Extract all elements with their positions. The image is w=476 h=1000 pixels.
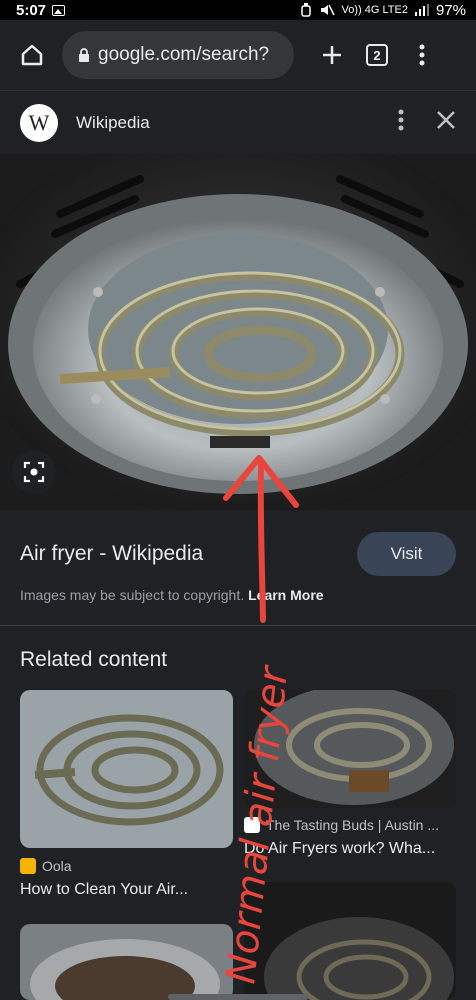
- oola-favicon-icon: [20, 858, 36, 874]
- close-icon: [437, 111, 455, 129]
- card-source-1[interactable]: Oola: [20, 858, 72, 874]
- tab-switcher-icon[interactable]: 2: [366, 44, 388, 66]
- home-button[interactable]: [12, 35, 52, 75]
- status-time: 5:07: [16, 1, 47, 19]
- more-options-button[interactable]: [398, 109, 404, 136]
- main-image[interactable]: [0, 154, 476, 510]
- card-source-2[interactable]: The Tasting Buds | Austin ...: [244, 817, 439, 833]
- mute-icon: [320, 4, 335, 16]
- lens-icon: [23, 461, 45, 483]
- copyright-text: Images may be subject to copyright.: [20, 587, 245, 603]
- result-title[interactable]: Air fryer - Wikipedia: [20, 542, 203, 566]
- close-button[interactable]: [436, 110, 456, 135]
- card-title-2[interactable]: Do Air Fryers work? Wha...: [244, 840, 435, 858]
- page-scrollbar[interactable]: [168, 994, 308, 1000]
- tasting-buds-favicon-icon: [244, 817, 260, 833]
- image-viewer-header: W Wikipedia: [0, 90, 476, 154]
- wikipedia-logo: W: [20, 103, 58, 142]
- more-vert-icon: [419, 44, 425, 66]
- card-source-label: The Tasting Buds | Austin ...: [266, 817, 440, 833]
- google-lens-button[interactable]: [12, 450, 56, 494]
- card-source-label: Oola: [42, 858, 72, 874]
- lock-icon: [79, 47, 89, 62]
- related-content-heading: Related content: [20, 648, 168, 671]
- address-bar[interactable]: google.com/search?: [62, 31, 294, 79]
- gallery-notification-icon: [52, 4, 66, 16]
- status-right: Vo)) 4G LTE2 97%: [300, 2, 466, 19]
- browser-menu-button[interactable]: [402, 35, 442, 75]
- new-tab-button[interactable]: [312, 35, 352, 75]
- status-bar: 5:07 Vo)) 4G LTE2 97%: [0, 0, 476, 20]
- related-card-image[interactable]: [20, 690, 233, 848]
- related-image-3: [20, 924, 233, 1000]
- learn-more-link[interactable]: Learn More: [248, 587, 323, 603]
- related-card-image[interactable]: [244, 882, 456, 1000]
- card-title-1[interactable]: How to Clean Your Air...: [20, 881, 188, 899]
- source-name[interactable]: Wikipedia: [76, 113, 150, 133]
- related-image-4: [244, 882, 456, 1000]
- air-fryer-photo: [0, 154, 476, 510]
- network-label: Vo)) 4G LTE2: [341, 4, 408, 16]
- related-image-1: [20, 690, 233, 848]
- related-card-image[interactable]: [20, 924, 233, 1000]
- alarm-icon: [300, 3, 311, 17]
- home-icon: [21, 44, 43, 66]
- related-image-2: [244, 690, 456, 808]
- copyright-notice: Images may be subject to copyright. Learn…: [20, 587, 324, 603]
- more-vert-icon: [398, 109, 404, 131]
- related-card-image[interactable]: [244, 690, 456, 808]
- browser-toolbar: google.com/search? 2: [0, 20, 476, 90]
- result-info: Air fryer - Wikipedia Visit Images may b…: [0, 510, 476, 626]
- battery-percent: 97%: [435, 1, 466, 19]
- signal-icon: [414, 4, 429, 16]
- url-text: google.com/search?: [98, 44, 270, 65]
- plus-icon: [323, 46, 341, 64]
- visit-button[interactable]: Visit: [357, 532, 456, 576]
